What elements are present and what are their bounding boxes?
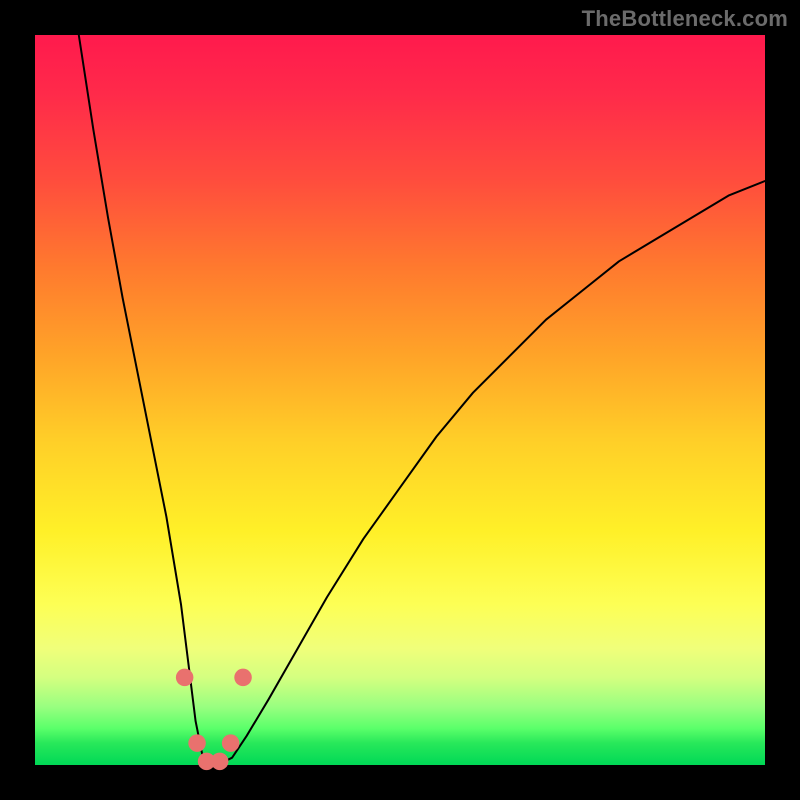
plot-area — [35, 35, 765, 765]
marker-group — [176, 669, 252, 770]
bottleneck-curve — [79, 35, 765, 765]
curve-marker — [176, 669, 194, 687]
chart-frame: TheBottleneck.com — [0, 0, 800, 800]
curve-marker — [211, 753, 229, 771]
curve-marker — [234, 669, 252, 687]
curve-marker — [222, 734, 240, 752]
curve-svg — [35, 35, 765, 765]
curve-marker — [188, 734, 206, 752]
curve-group — [79, 35, 765, 765]
watermark-text: TheBottleneck.com — [582, 6, 788, 32]
